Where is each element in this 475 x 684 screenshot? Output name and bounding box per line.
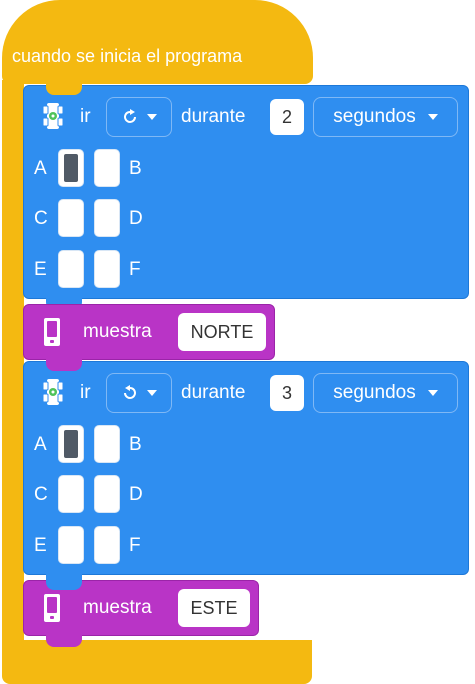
brain-screen-icon [44, 594, 60, 622]
drivetrain-icon [42, 103, 64, 129]
port-f-button[interactable] [94, 250, 120, 288]
unit-dropdown[interactable]: segundos [313, 373, 458, 413]
port-e-button[interactable] [58, 250, 84, 288]
display-text-input[interactable]: NORTE [178, 313, 266, 351]
event-block-footer [2, 640, 312, 684]
port-label-b: B [129, 158, 142, 179]
verb-label: ir [80, 106, 91, 127]
direction-dropdown[interactable] [106, 97, 172, 137]
port-label-e: E [34, 535, 47, 556]
during-label: durante [181, 382, 246, 403]
drivetrain-icon [42, 379, 64, 405]
chevron-down-icon [147, 114, 157, 120]
event-title: cuando se inicia el programa [12, 46, 243, 66]
port-label-f: F [129, 259, 141, 280]
port-label-b: B [129, 434, 142, 455]
block-notch [46, 578, 82, 590]
unit-label: segundos [333, 382, 416, 403]
port-b-button[interactable] [94, 149, 120, 187]
port-e-button[interactable] [58, 526, 84, 564]
port-label-e: E [34, 259, 47, 280]
port-d-button[interactable] [94, 199, 120, 237]
port-f-button[interactable] [94, 526, 120, 564]
during-label: durante [181, 106, 246, 127]
port-b-button[interactable] [94, 425, 120, 463]
port-label-c: C [34, 484, 48, 505]
display-text-input[interactable]: ESTE [178, 589, 250, 627]
rotate-counterclockwise-icon [124, 385, 136, 399]
event-block-start[interactable] [2, 0, 313, 84]
port-label-d: D [129, 208, 143, 229]
unit-dropdown[interactable]: segundos [313, 97, 458, 137]
duration-input[interactable]: 2 [270, 99, 304, 135]
port-label-a: A [34, 434, 47, 455]
brain-screen-icon [44, 318, 60, 346]
chevron-down-icon [427, 390, 438, 396]
display-label: muestra [83, 321, 152, 342]
unit-label: segundos [333, 106, 416, 127]
port-selected-indicator [64, 154, 78, 182]
display-label: muestra [83, 597, 152, 618]
duration-input[interactable]: 3 [270, 375, 304, 411]
block-tab [46, 635, 82, 647]
rotate-clockwise-icon [124, 109, 136, 123]
port-label-f: F [129, 535, 141, 556]
chevron-down-icon [147, 390, 157, 396]
port-a-button[interactable] [58, 425, 84, 463]
port-selected-indicator [64, 430, 78, 458]
block-notch [46, 359, 82, 371]
direction-dropdown[interactable] [106, 373, 172, 413]
port-label-c: C [34, 208, 48, 229]
port-c-button[interactable] [58, 475, 84, 513]
chevron-down-icon [427, 114, 438, 120]
port-label-d: D [129, 484, 143, 505]
port-c-button[interactable] [58, 199, 84, 237]
port-label-a: A [34, 158, 47, 179]
port-d-button[interactable] [94, 475, 120, 513]
event-block-wall [2, 80, 24, 644]
port-a-button[interactable] [58, 149, 84, 187]
block-notch [46, 83, 82, 95]
verb-label: ir [80, 382, 91, 403]
